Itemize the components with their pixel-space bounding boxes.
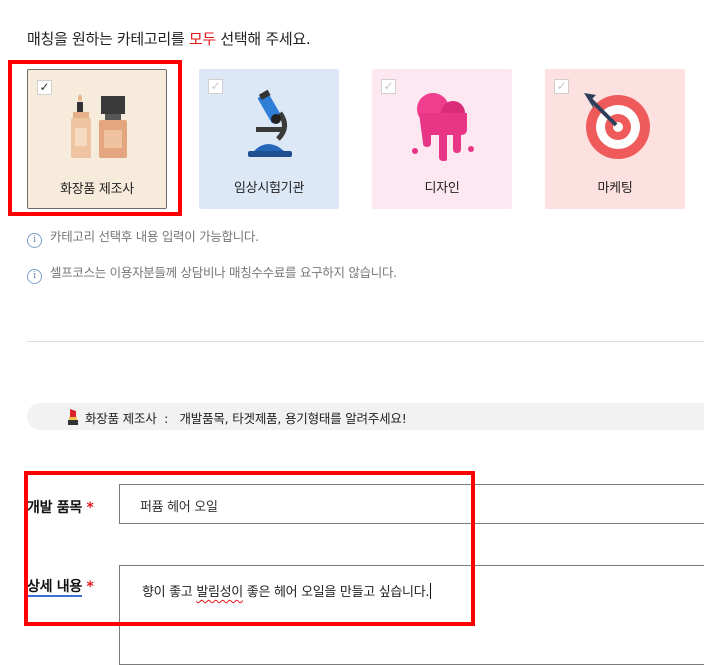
highlight-box-category <box>8 60 182 216</box>
info-note: i 셀프코스는 이용자분들께 상담비나 매칭수수료를 요구하지 않습니다. <box>27 262 397 284</box>
banner-text: 화장품 제조사 : 개발품목, 타겟제품, 용기형태를 알려주세요! <box>85 408 407 427</box>
category-label: 마케팅 <box>597 181 633 196</box>
info-note-text: 카테고리 선택후 내용 입력이 가능합니다. <box>50 229 259 244</box>
banner-separator: : <box>164 411 169 426</box>
category-card-marketing[interactable]: ✓ 마케팅 <box>545 69 685 209</box>
instruction-emphasis: 모두 <box>188 30 216 48</box>
target-dart-icon <box>584 93 650 159</box>
highlight-box-form <box>24 471 475 626</box>
info-icon: i <box>27 269 42 284</box>
banner-category: 화장품 제조사 <box>85 411 157 426</box>
category-guide-banner: 화장품 제조사 : 개발품목, 타겟제품, 용기형태를 알려주세요! <box>27 403 704 430</box>
instruction-text: 매칭을 원하는 카테고리를 <box>27 30 189 48</box>
info-note: i 카테고리 선택후 내용 입력이 가능합니다. <box>27 226 259 248</box>
category-card-clinical[interactable]: ✓ 임상시험기관 <box>199 69 339 209</box>
category-instruction: 매칭을 원하는 카테고리를 모두 선택해 주세요. <box>27 28 311 49</box>
banner-message: 개발품목, 타겟제품, 용기형태를 알려주세요! <box>179 411 407 426</box>
checkbox-unchecked-icon[interactable]: ✓ <box>554 79 569 94</box>
instruction-text-end: 선택해 주세요. <box>215 30 311 48</box>
info-icon: i <box>27 233 42 248</box>
info-note-text: 셀프코스는 이용자분들께 상담비나 매칭수수료를 요구하지 않습니다. <box>50 265 397 280</box>
paint-splash-icon <box>412 93 474 161</box>
microscope-icon <box>248 89 292 157</box>
category-label: 디자인 <box>424 181 460 196</box>
category-card-design[interactable]: ✓ 디자인 <box>372 69 512 209</box>
category-label: 임상시험기관 <box>234 181 304 196</box>
checkbox-unchecked-icon[interactable]: ✓ <box>381 79 396 94</box>
lipstick-icon <box>68 409 78 425</box>
checkbox-unchecked-icon[interactable]: ✓ <box>208 79 223 94</box>
section-divider <box>27 341 704 342</box>
